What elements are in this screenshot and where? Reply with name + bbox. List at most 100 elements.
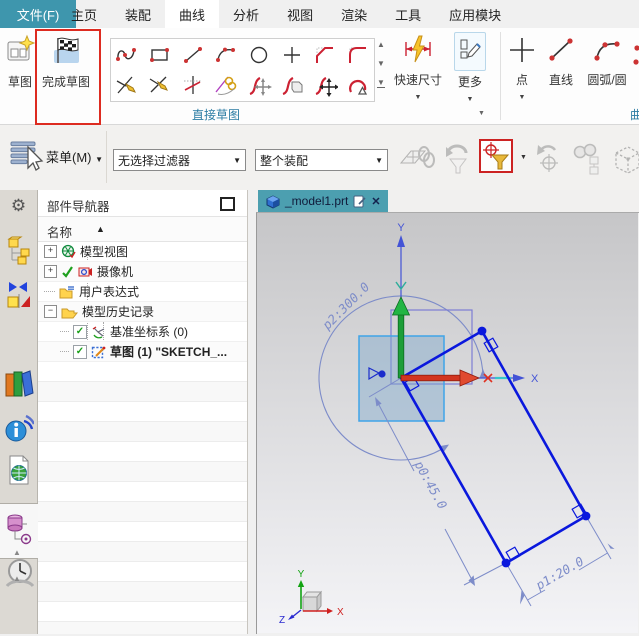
- history-palette-tab[interactable]: [0, 454, 37, 488]
- selection-scope-combo[interactable]: 整个装配 ▼: [255, 149, 388, 171]
- tree-row-sketch[interactable]: ✓ 草图 (1) "SKETCH_...: [38, 342, 247, 362]
- part-navigator-icon: [7, 514, 31, 545]
- tab-application[interactable]: 应用模块: [435, 0, 515, 28]
- resource-bar: ⚙ ▲ ▲: [0, 190, 38, 634]
- tree-stub: [60, 351, 69, 352]
- quick-dimension-button[interactable]: 快速尺寸 ▼: [392, 34, 444, 102]
- axis-y-label: Y: [397, 222, 405, 234]
- chamfer-tool-icon[interactable]: [308, 39, 341, 70]
- more-button[interactable]: 更多 ▼: [450, 32, 490, 104]
- reuse-library-tab[interactable]: [0, 368, 37, 400]
- studio-spline-icon[interactable]: [111, 39, 144, 70]
- folder-icon: [59, 285, 74, 298]
- part-navigator-title: 部件导航器: [47, 200, 110, 214]
- datum-csys-icon: [92, 325, 105, 338]
- quick-extend-icon[interactable]: [144, 70, 177, 101]
- point-tool-icon[interactable]: [275, 39, 308, 70]
- assembly-navigator-tab[interactable]: [0, 236, 37, 266]
- line-icon: [546, 38, 576, 69]
- web-browser-tab[interactable]: [0, 412, 37, 444]
- camera-icon: [78, 267, 92, 277]
- arc-tool-icon[interactable]: [210, 39, 243, 70]
- gear-icon: ⚙: [10, 196, 27, 215]
- point-dropdown-icon[interactable]: ▼: [519, 94, 526, 101]
- tree-row-model-history[interactable]: − 模型历史记录: [38, 302, 247, 322]
- checkbox-checked-icon[interactable]: ✓: [73, 344, 87, 359]
- resize-fillet-icon[interactable]: [341, 70, 374, 101]
- expand-icon[interactable]: +: [44, 265, 57, 278]
- move-curve-icon[interactable]: [243, 70, 276, 101]
- resize-curve-icon[interactable]: [308, 70, 341, 101]
- gallery-scroll-up-icon[interactable]: ▲: [377, 40, 385, 49]
- find-in-navigator-icon[interactable]: [570, 141, 606, 180]
- tab-analysis[interactable]: 分析: [219, 0, 273, 28]
- library-books-icon: [5, 370, 34, 397]
- close-tab-icon[interactable]: ✕: [371, 195, 380, 208]
- tab-render[interactable]: 渲染: [327, 0, 381, 28]
- part-file-icon: [266, 194, 280, 209]
- quick-trim-icon[interactable]: [111, 70, 144, 101]
- roles-tab[interactable]: [0, 556, 37, 590]
- arc-circle-button[interactable]: 圆弧/圆: [584, 34, 630, 88]
- sort-ascending-icon: ▲: [96, 224, 105, 234]
- expand-icon[interactable]: +: [44, 245, 57, 258]
- selection-scope-filter-active-button[interactable]: [479, 139, 513, 173]
- tab-assembly[interactable]: 装配: [111, 0, 165, 28]
- model-view-icon: [61, 244, 76, 259]
- group-dialog-launcher-icon[interactable]: ▼: [478, 110, 485, 117]
- rail-scroll-up2-icon[interactable]: ▲: [13, 574, 21, 583]
- tree-row-datum-csys[interactable]: ✓ 基准坐标系 (0): [38, 322, 247, 342]
- viewport-tab-model1[interactable]: _model1.prt ✕: [258, 190, 388, 212]
- direct-sketch-tool-grid: [110, 38, 375, 102]
- tab-home[interactable]: 主页: [57, 0, 111, 28]
- gallery-expand-icon[interactable]: ▼: [377, 78, 385, 88]
- sketch-button-label: 草图: [7, 75, 32, 89]
- resource-bar-settings-tab[interactable]: ⚙: [0, 196, 37, 216]
- fillet-tool-icon[interactable]: [341, 39, 374, 70]
- circle-tool-icon[interactable]: [243, 39, 276, 70]
- tree-row-model-views[interactable]: + 模型视图: [38, 242, 247, 262]
- rectangle-tool-icon[interactable]: [144, 39, 177, 70]
- tab-view[interactable]: 视图: [273, 0, 327, 28]
- navigator-column-header[interactable]: 名称 ▲: [38, 216, 247, 242]
- info-icon: [5, 414, 34, 442]
- menu-button-label: 菜单(M): [46, 150, 92, 165]
- line-label: 直线: [548, 73, 573, 87]
- panel-restore-icon[interactable]: [220, 197, 235, 211]
- line-button[interactable]: 直线: [542, 34, 580, 88]
- geometric-constraints-icon[interactable]: [210, 70, 243, 101]
- gallery-scroll-down-icon[interactable]: ▼: [377, 59, 385, 68]
- ribbon: 草图 完成草图 ▲ ▼ ▼ 快速尺寸 ▼ 更多 ▼ 点 ▼ 直线 圆弧/圆 直接…: [0, 28, 639, 125]
- point-button[interactable]: 点 ▼: [506, 34, 538, 102]
- finish-sketch-button[interactable]: 完成草图: [40, 34, 92, 90]
- selection-filter-combo[interactable]: 无选择过滤器 ▼: [113, 149, 246, 171]
- show-hide-icon[interactable]: [608, 141, 639, 180]
- checkbox-checked-icon[interactable]: ✓: [73, 324, 87, 339]
- collapse-icon[interactable]: −: [44, 305, 57, 318]
- part-navigator-tab[interactable]: [0, 512, 37, 546]
- tree-row-user-expressions[interactable]: 用户表达式: [38, 282, 247, 302]
- rail-scroll-up-icon[interactable]: ▲: [13, 548, 21, 557]
- more-dropdown-icon[interactable]: ▼: [467, 96, 474, 103]
- interpart-link-icon[interactable]: [398, 141, 436, 180]
- constraint-navigator-tab[interactable]: [0, 280, 37, 312]
- orient-to-selection-icon[interactable]: [532, 141, 564, 180]
- triad-z-label: Z: [279, 615, 285, 626]
- viewport-background: [257, 213, 638, 633]
- make-corner-icon[interactable]: [177, 70, 210, 101]
- sketch-button[interactable]: 草图: [4, 34, 36, 90]
- tab-curve[interactable]: 曲线: [165, 0, 220, 28]
- assembly-navigator-icon: [6, 236, 29, 265]
- filter-dropdown-icon[interactable]: ▼: [520, 154, 527, 161]
- tab-tools[interactable]: 工具: [381, 0, 435, 28]
- quick-dimension-dropdown-icon[interactable]: ▼: [415, 94, 422, 101]
- offset-move-curve-icon[interactable]: [275, 70, 308, 101]
- reset-filter-icon[interactable]: [440, 141, 474, 180]
- tree-row-cameras[interactable]: + 摄像机: [38, 262, 247, 282]
- graphics-window[interactable]: p2:300.0 Y X p0:45.0 p1:20.0 Y X Z: [256, 212, 639, 634]
- document-globe-icon: [9, 455, 28, 485]
- clipped-ribbon-button[interactable]: [633, 38, 639, 72]
- viewport-tab-strip: _model1.prt ✕: [256, 190, 639, 212]
- line-tool-icon[interactable]: [177, 39, 210, 70]
- menu-button[interactable]: 菜单(M) ▼: [46, 147, 103, 166]
